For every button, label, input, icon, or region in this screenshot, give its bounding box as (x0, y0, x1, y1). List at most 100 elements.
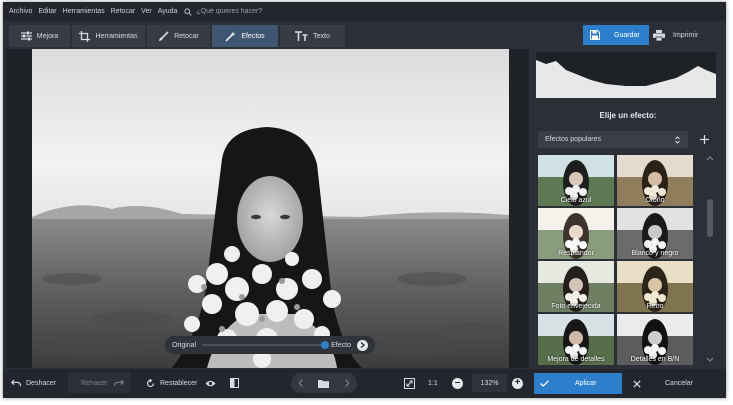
scrollbar-thumb[interactable] (707, 199, 713, 237)
zoom-out-icon: – (452, 377, 463, 389)
category-select[interactable]: Efectos populares (538, 131, 688, 148)
menu-editar[interactable]: Editar (35, 8, 59, 15)
compare-slider[interactable]: Original Efecto (165, 336, 375, 354)
effect-card-foto-envejecida[interactable]: Foto envejecida (538, 261, 614, 312)
reset-label: Restablecer (160, 379, 198, 387)
undo-label: Deshacer (26, 379, 56, 387)
preview-eye-button[interactable] (205, 373, 216, 393)
next-icon[interactable] (344, 379, 350, 387)
effect-card-cielo-azul[interactable]: Cielo azul (538, 155, 614, 206)
category-value: Efectos populares (545, 136, 602, 143)
redo-button[interactable]: Rehacer (68, 373, 130, 393)
floppy-disk-icon (590, 30, 600, 40)
effect-label: Foto envejecida (551, 303, 601, 310)
tab-retocar[interactable]: Retocar (147, 25, 211, 47)
sliders-icon (20, 31, 32, 41)
effect-label: Efecto (331, 341, 351, 349)
effect-card-detalles-en-bn[interactable]: Detalles en B/N (617, 314, 693, 365)
search-box (184, 7, 287, 16)
menu-retocar[interactable]: Retocar (108, 8, 139, 15)
tab-label: Mejora (36, 32, 59, 40)
updown-chevron-icon (675, 135, 680, 144)
plus-icon (700, 135, 709, 144)
effect-label: Retro (646, 303, 664, 310)
file-navigation (291, 373, 357, 393)
effect-card-blanco-y-negro[interactable]: Blanco y negro (617, 208, 693, 259)
actual-size-button[interactable]: 1:1 (428, 373, 438, 393)
reset-icon (146, 378, 155, 387)
effect-card-otono[interactable]: Otoño (617, 155, 693, 206)
zoom-level-field[interactable]: 132% (472, 374, 507, 392)
tab-label: Efectos (241, 32, 265, 40)
zoom-in-icon: + (512, 377, 523, 389)
save-button[interactable]: Guardar (583, 25, 649, 45)
close-icon (633, 379, 641, 388)
effect-label: Resplandor (558, 250, 594, 257)
menu-ayuda[interactable]: Ayuda (155, 8, 181, 15)
tab-herramientas[interactable]: Herramientas (72, 25, 146, 47)
effect-card-mejora-de-detalles[interactable]: Mejora de detalles (538, 314, 614, 365)
apply-label: Aplicar (575, 380, 597, 387)
tab-label: Herramientas (95, 32, 138, 40)
search-input[interactable] (196, 8, 287, 15)
cancel-label: Cancelar (665, 380, 694, 387)
apply-button[interactable]: Aplicar (534, 373, 622, 394)
undo-icon (11, 379, 21, 387)
effects-panel: Elije un efecto: Efectos populares Cielo… (533, 49, 723, 368)
print-button[interactable]: Imprimir (653, 25, 723, 45)
effect-label: Otoño (645, 197, 665, 204)
split-view-icon (230, 378, 239, 388)
menu-archivo[interactable]: Archivo (3, 8, 35, 15)
effect-card-retro[interactable]: Retro (617, 261, 693, 312)
previous-icon[interactable] (298, 379, 304, 387)
redo-icon (114, 379, 124, 387)
zoom-in-button[interactable]: + (512, 373, 523, 393)
search-icon (184, 7, 193, 16)
zoom-value: 132% (480, 379, 499, 387)
menu-herramientas[interactable]: Herramientas (60, 8, 108, 15)
effect-label: Detalles en B/N (630, 356, 680, 363)
undo-button[interactable]: Deshacer (11, 373, 56, 393)
app-window: Archivo Editar Herramientas Retocar Ver … (3, 2, 726, 398)
scroll-up-icon[interactable] (705, 155, 715, 161)
bottom-bar: Deshacer Rehacer Restablecer 1:1 – 132% … (3, 369, 726, 398)
checkmark-icon (540, 380, 549, 387)
split-view-button[interactable] (230, 373, 239, 393)
eye-icon (205, 380, 216, 386)
save-label: Guardar (614, 31, 640, 39)
effect-card-resplandor[interactable]: Resplandor (538, 208, 614, 259)
zoom-out-button[interactable]: – (452, 373, 463, 393)
fit-to-screen-button[interactable] (404, 373, 415, 393)
text-icon (295, 31, 308, 41)
actual-size-label: 1:1 (428, 379, 438, 387)
magic-wand-icon (225, 31, 236, 42)
panel-title: Elije un efecto: (599, 111, 657, 120)
menu-ver[interactable]: Ver (138, 8, 155, 15)
effect-label: Mejora de detalles (547, 356, 605, 363)
tab-efectos[interactable]: Efectos (212, 25, 279, 47)
tab-label: Texto (313, 32, 330, 40)
redo-label: Rehacer (81, 379, 108, 387)
tab-texto[interactable]: Texto (280, 25, 346, 47)
menu-bar: Archivo Editar Herramientas Retocar Ver … (3, 2, 726, 21)
reset-button[interactable]: Restablecer (146, 373, 197, 393)
add-effect-button[interactable] (696, 131, 713, 148)
crop-icon (79, 30, 91, 42)
photo-image (32, 49, 509, 368)
effects-grid: Cielo azul Otoño Resplandor Blanco y neg… (538, 155, 696, 367)
effect-label: Blanco y negro (631, 250, 679, 257)
original-label: Original (172, 341, 197, 349)
brush-icon (159, 30, 169, 41)
arrow-right-icon[interactable] (357, 339, 368, 351)
folder-icon[interactable] (318, 379, 330, 388)
photo-preview[interactable] (32, 49, 509, 368)
tab-mejora[interactable]: Mejora (9, 25, 71, 47)
scroll-down-icon[interactable] (705, 357, 715, 363)
compare-track[interactable] (202, 341, 330, 349)
canvas-area (6, 49, 529, 368)
effects-scrollbar[interactable] (705, 155, 715, 363)
cancel-button[interactable]: Cancelar (627, 373, 723, 394)
tab-label: Retocar (174, 32, 199, 40)
compare-knob[interactable] (321, 341, 330, 349)
histogram (536, 52, 716, 98)
